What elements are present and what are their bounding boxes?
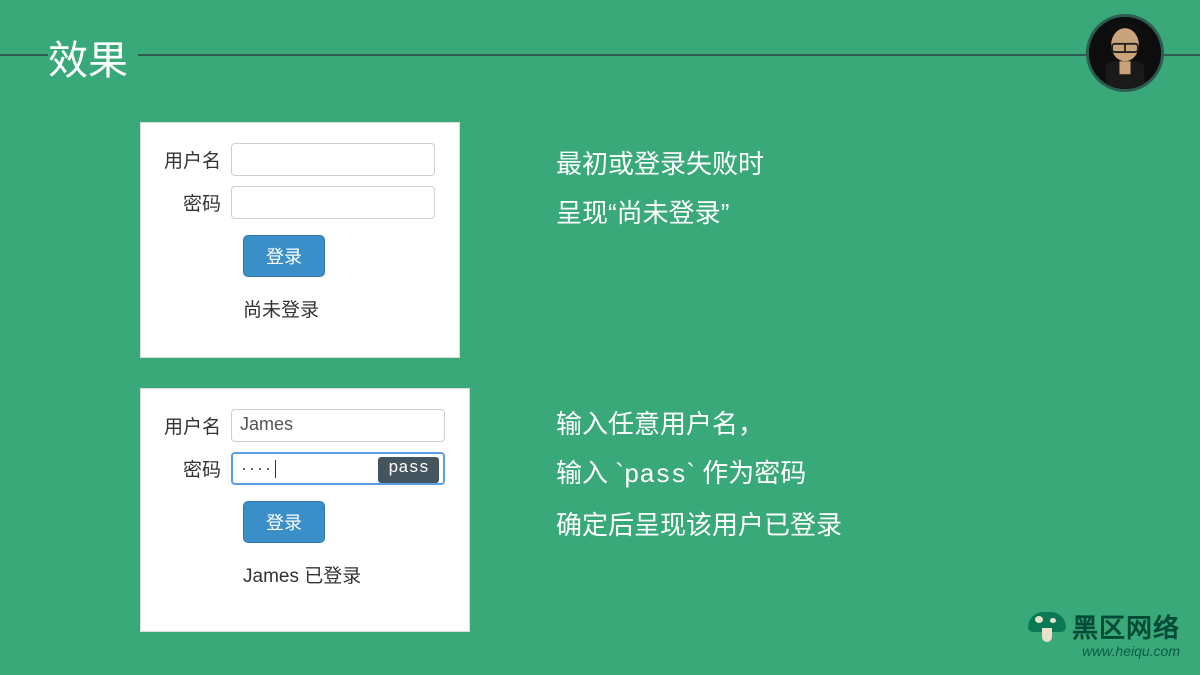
- username-label: 用户名: [159, 412, 231, 439]
- slide-title: 效果: [48, 28, 138, 86]
- login-button[interactable]: 登录: [243, 501, 325, 543]
- mushroom-icon: [1028, 612, 1066, 642]
- caption-line: 输入任意用户名，: [556, 400, 842, 449]
- caption-line: 呈现“尚未登录”: [556, 189, 764, 238]
- password-label: 密码: [159, 189, 231, 216]
- brand-name: 黑区网络: [1072, 608, 1180, 645]
- caption-success: 输入任意用户名， 输入 `pass` 作为密码 确定后呈现该用户已登录: [556, 400, 842, 550]
- presenter-avatar: [1086, 14, 1164, 92]
- login-panel-success: 用户名 James 密码 ···· pass 登录 James 已登录: [140, 388, 470, 632]
- caption-initial: 最初或登录失败时 呈现“尚未登录”: [556, 140, 764, 239]
- login-status: James 已登录: [243, 561, 445, 588]
- watermark: 黑区网络 www.heiqu.com: [1028, 608, 1180, 659]
- caption-line: 最初或登录失败时: [556, 140, 764, 189]
- text-cursor: [275, 460, 276, 478]
- password-input[interactable]: [231, 186, 435, 219]
- login-button[interactable]: 登录: [243, 235, 325, 277]
- password-hint-badge: pass: [378, 457, 439, 483]
- password-masked-value: ····: [241, 458, 273, 478]
- username-input[interactable]: [231, 143, 435, 176]
- username-label: 用户名: [159, 146, 231, 173]
- avatar-image: [1089, 17, 1161, 89]
- username-input[interactable]: James: [231, 409, 445, 442]
- login-status: 尚未登录: [243, 295, 435, 322]
- title-divider: [0, 54, 1200, 56]
- caption-line: 输入 `pass` 作为密码: [556, 449, 842, 500]
- caption-line: 确定后呈现该用户已登录: [556, 501, 842, 550]
- password-label: 密码: [159, 455, 231, 482]
- brand-url: www.heiqu.com: [1028, 643, 1180, 659]
- password-input[interactable]: ···· pass: [231, 452, 445, 485]
- login-panel-initial: 用户名 密码 登录 尚未登录: [140, 122, 460, 358]
- inline-code: pass: [624, 460, 686, 490]
